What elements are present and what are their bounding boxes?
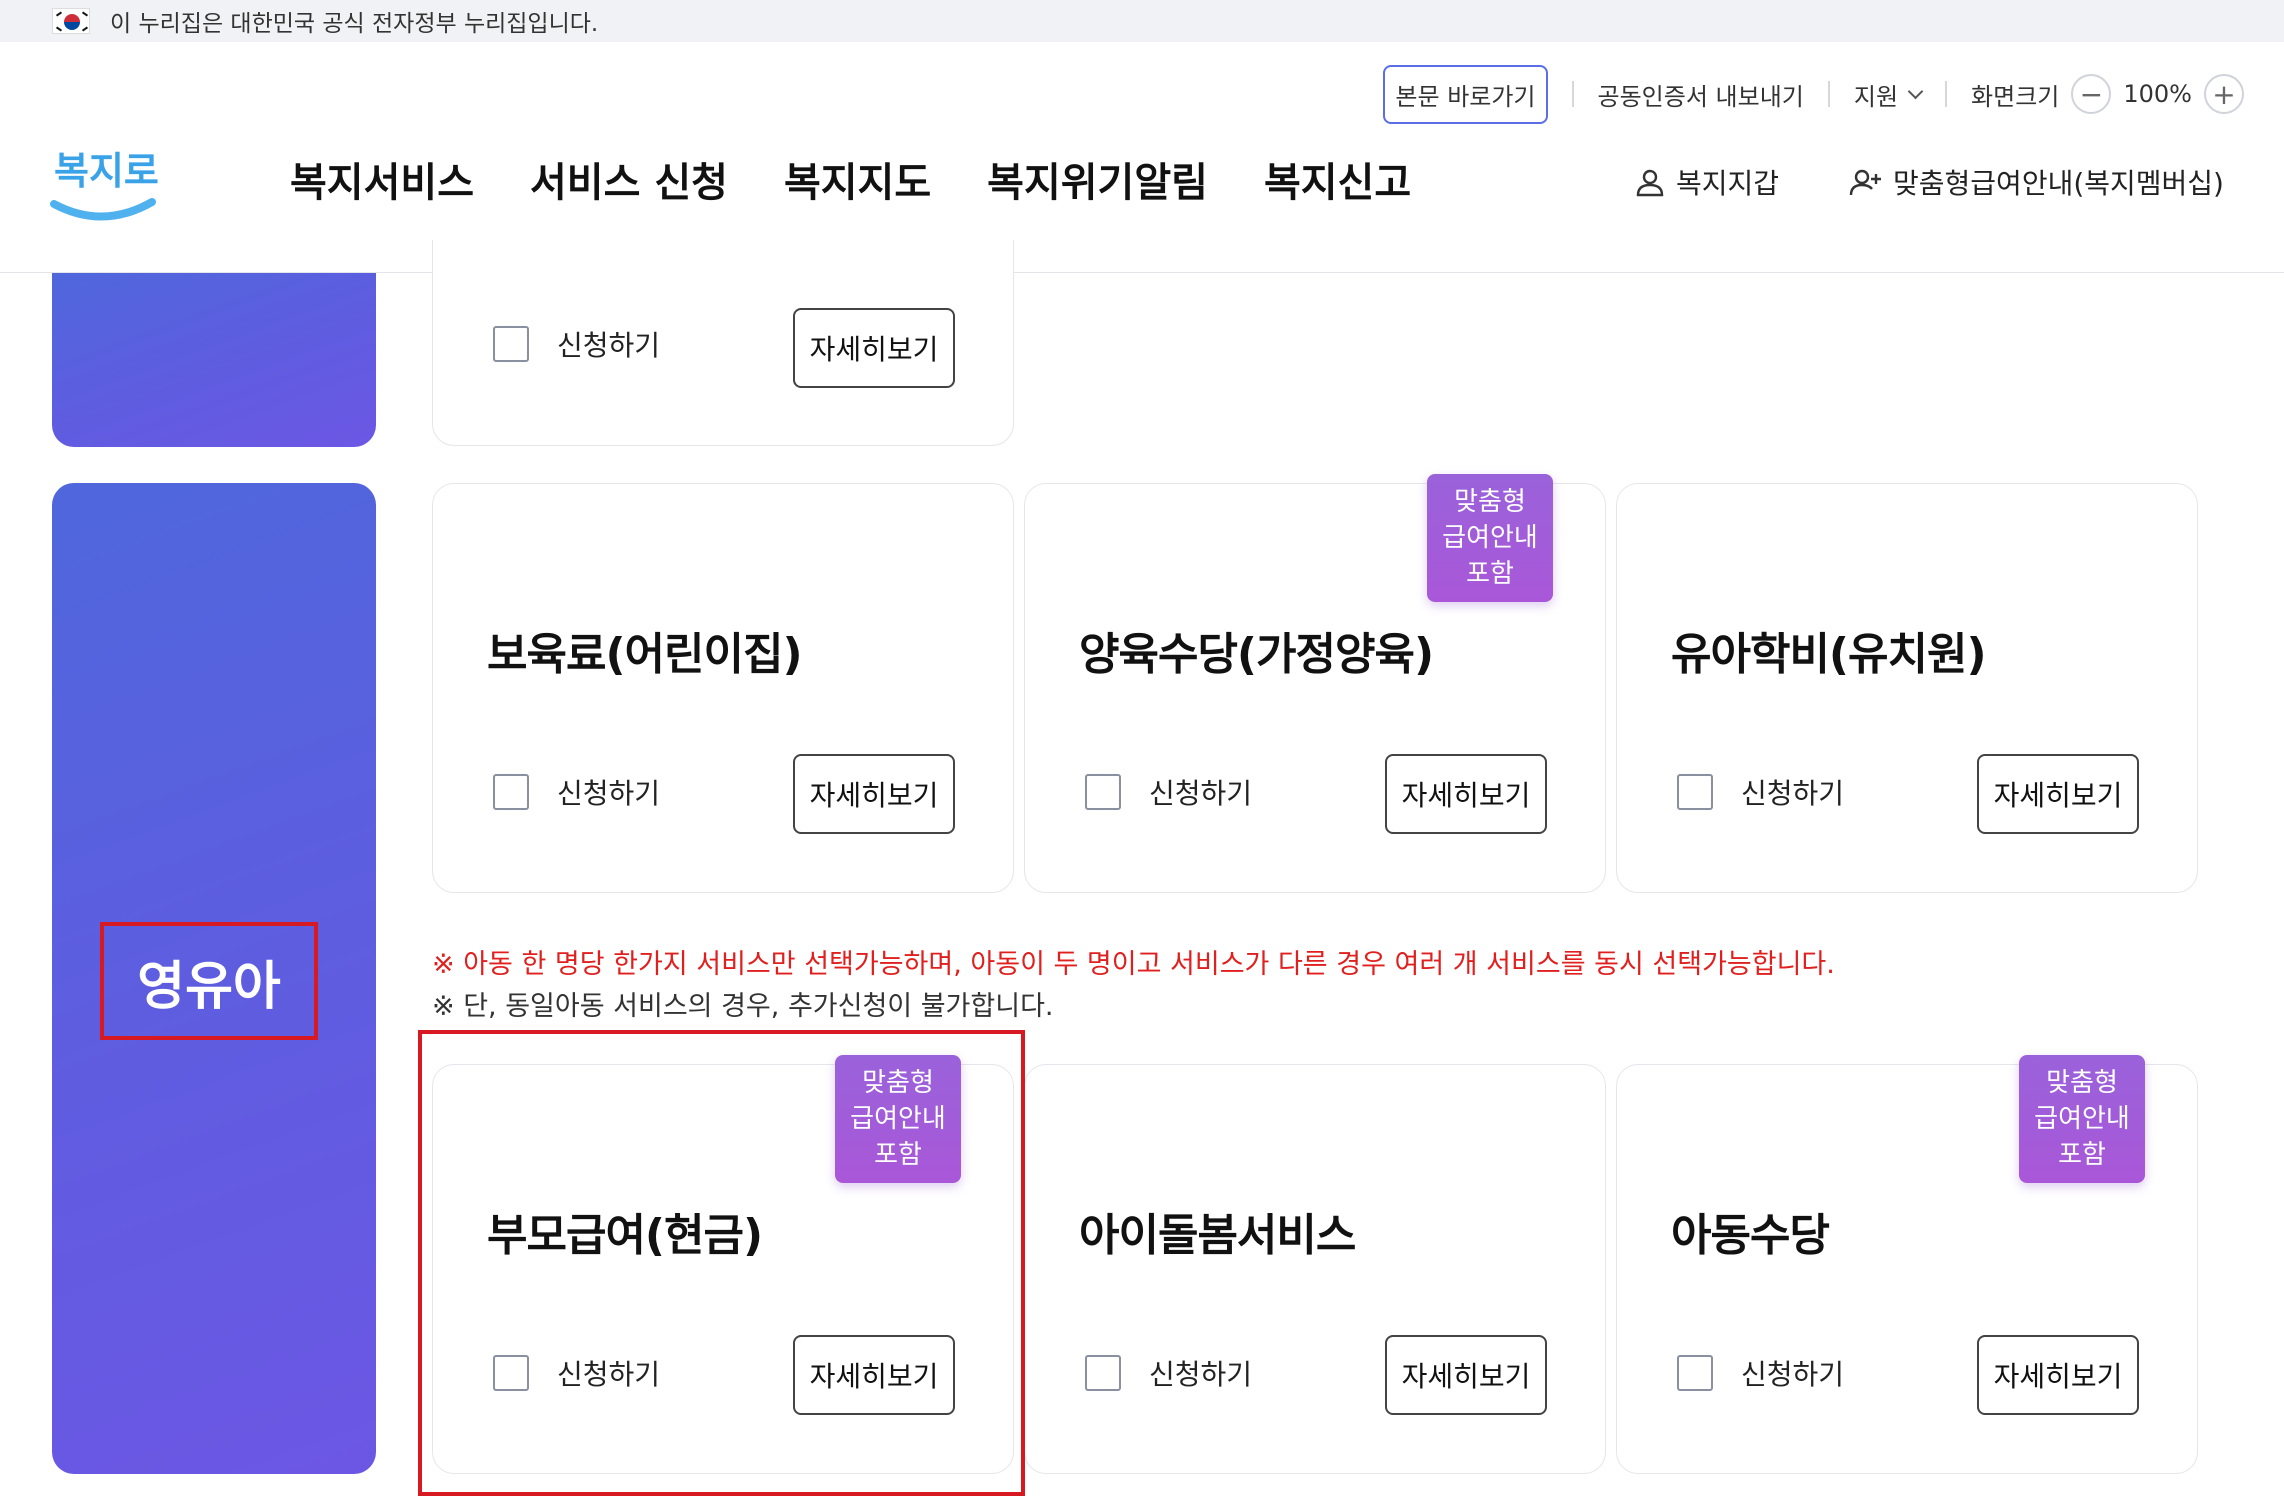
wallet-label: 복지지갑 — [1675, 167, 1780, 200]
wallet-link[interactable]: 복지지갑 — [1634, 162, 1779, 202]
apply-checkbox-row[interactable]: 신청하기 — [1677, 772, 1844, 812]
apply-checkbox-row[interactable]: 신청하기 — [1677, 1353, 1844, 1393]
zoom-out-button[interactable]: − — [2071, 74, 2112, 114]
utility-bar: 본문 바로가기 공동인증서 내보내기 지원 화면크기 − 100% + — [1383, 62, 2244, 126]
service-card-childcare-fee: 보육료(어린이집) 신청하기 자세히보기 — [432, 483, 1014, 893]
apply-checkbox-row[interactable]: 신청하기 — [1085, 1353, 1252, 1393]
gov-banner: 이 누리집은 대한민국 공식 전자정부 누리집입니다. — [0, 0, 2284, 42]
apply-label: 신청하기 — [1741, 777, 1845, 810]
nav-welfare-map[interactable]: 복지지도 — [784, 150, 931, 208]
highlight-frame — [418, 1030, 1025, 1496]
service-title: 보육료(어린이집) — [487, 629, 803, 680]
nav-welfare-service[interactable]: 복지서비스 — [290, 150, 474, 208]
main-nav: 복지서비스 서비스 신청 복지지도 복지위기알림 복지신고 — [290, 150, 1411, 208]
nav-service-apply[interactable]: 서비스 신청 — [530, 150, 728, 208]
apply-checkbox[interactable] — [1677, 774, 1713, 810]
korea-flag-icon — [52, 8, 90, 34]
service-card-child-allowance: 맞춤형 급여안내 포함 아동수당 신청하기 자세히보기 — [1616, 1055, 2198, 1474]
site-header: 복지로 본문 바로가기 공동인증서 내보내기 지원 화면크기 − 100% + … — [0, 42, 2284, 273]
apply-checkbox-row[interactable]: 신청하기 — [493, 772, 660, 812]
service-title: 아동수당 — [1671, 1210, 1830, 1261]
notice-selection-rule: ※ 아동 한 명당 한가지 서비스만 선택가능하며, 아동이 두 명이고 서비스… — [432, 949, 1835, 980]
apply-checkbox-row[interactable]: 신청하기 — [493, 324, 660, 364]
chevron-down-icon — [1907, 83, 1924, 99]
detail-button[interactable]: 자세히보기 — [793, 308, 955, 388]
bokjiro-logo[interactable]: 복지로 — [48, 122, 159, 232]
support-menu[interactable]: 지원 — [1853, 77, 1924, 112]
support-label: 지원 — [1853, 82, 1899, 111]
user-icon — [1636, 169, 1664, 197]
detail-button[interactable]: 자세히보기 — [1385, 1335, 1547, 1415]
membership-link[interactable]: 맞춤형급여안내(복지멤버십) — [1849, 162, 2224, 202]
skip-to-content-link[interactable]: 본문 바로가기 — [1383, 64, 1548, 124]
custom-benefit-badge: 맞춤형 급여안내 포함 — [2019, 1055, 2145, 1183]
notice-duplicate-rule: ※ 단, 동일아동 서비스의 경우, 추가신청이 불가합니다. — [432, 991, 1054, 1022]
apply-label: 신청하기 — [557, 777, 661, 810]
service-card-home-care-allowance: 맞춤형 급여안내 포함 양육수당(가정양육) 신청하기 자세히보기 — [1024, 474, 1606, 893]
apply-label: 신청하기 — [1149, 1358, 1253, 1391]
zoom-in-button[interactable]: + — [2204, 74, 2244, 114]
gov-banner-text: 이 누리집은 대한민국 공식 전자정부 누리집입니다. — [110, 11, 599, 37]
detail-button[interactable]: 자세히보기 — [793, 754, 955, 834]
apply-checkbox[interactable] — [493, 774, 529, 810]
apply-label: 신청하기 — [1149, 777, 1253, 810]
category-label-infant: 영유아 — [100, 922, 318, 1040]
detail-button[interactable]: 자세히보기 — [1385, 754, 1547, 834]
service-card-partial: 신청하기 자세히보기 — [432, 240, 1014, 446]
user-add-icon — [1849, 169, 1882, 196]
category-panel-previous — [52, 273, 376, 447]
apply-checkbox[interactable] — [493, 326, 529, 362]
service-card-kindergarten-fee: 유아학비(유치원) 신청하기 자세히보기 — [1616, 483, 2198, 893]
divider — [1571, 81, 1574, 107]
nav-crisis-alert[interactable]: 복지위기알림 — [987, 150, 1208, 208]
detail-button[interactable]: 자세히보기 — [1977, 1335, 2139, 1415]
membership-label: 맞춤형급여안내(복지멤버십) — [1893, 167, 2224, 200]
apply-label: 신청하기 — [1741, 1358, 1845, 1391]
divider — [1827, 81, 1830, 107]
service-card-child-care-service: 아이돌봄서비스 신청하기 자세히보기 — [1024, 1064, 1606, 1474]
zoom-level: 100% — [2123, 80, 2192, 108]
apply-checkbox[interactable] — [1085, 1355, 1121, 1391]
screen-size-label: 화면크기 — [1971, 82, 2060, 111]
svg-text:복지로: 복지로 — [54, 149, 158, 193]
custom-benefit-badge: 맞춤형 급여안내 포함 — [1427, 474, 1553, 602]
apply-checkbox[interactable] — [1085, 774, 1121, 810]
apply-label: 신청하기 — [557, 329, 661, 362]
service-title: 아이돌봄서비스 — [1079, 1210, 1356, 1261]
nav-welfare-report[interactable]: 복지신고 — [1264, 150, 1411, 208]
user-links: 복지지갑 맞춤형급여안내(복지멤버십) — [1634, 162, 2224, 202]
detail-button[interactable]: 자세히보기 — [1977, 754, 2139, 834]
divider — [1945, 81, 1948, 107]
service-title: 양육수당(가정양육) — [1079, 629, 1434, 680]
apply-checkbox[interactable] — [1677, 1355, 1713, 1391]
apply-checkbox-row[interactable]: 신청하기 — [1085, 772, 1252, 812]
service-title: 유아학비(유치원) — [1671, 629, 1987, 680]
cert-export-link[interactable]: 공동인증서 내보내기 — [1598, 77, 1804, 112]
